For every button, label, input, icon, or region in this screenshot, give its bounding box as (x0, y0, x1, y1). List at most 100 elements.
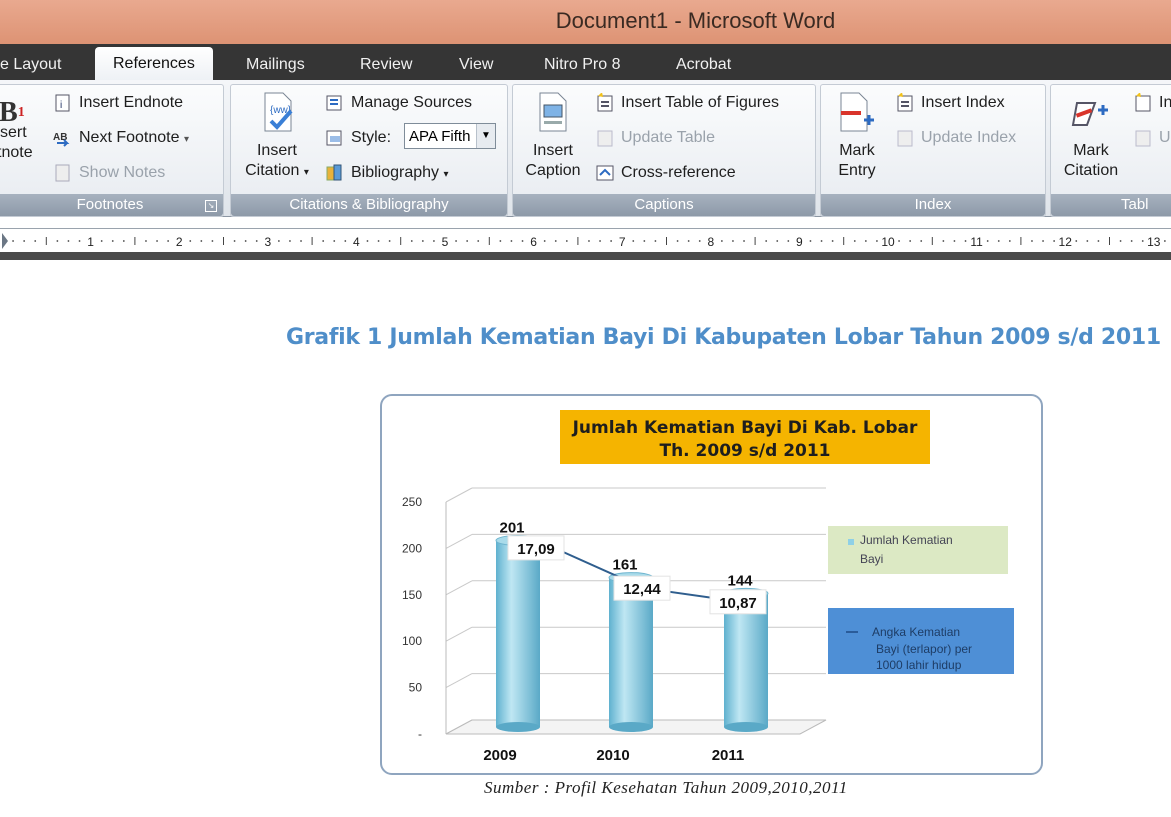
next-footnote-label: Next Footnote (79, 129, 180, 147)
bibliography-label: Bibliography (351, 164, 440, 182)
show-notes-label: Show Notes (79, 164, 166, 182)
insert-toa-label: In (1159, 94, 1171, 112)
insert-caption-button[interactable]: Insert Caption (517, 91, 589, 181)
ruler-dot (953, 240, 956, 242)
mark-citation-button[interactable]: Mark Citation (1053, 91, 1129, 181)
ruler-dot (543, 240, 546, 242)
ruler-number: 10 (881, 235, 895, 249)
tab-view[interactable]: View (459, 50, 493, 80)
update-table-of-authorities-button[interactable]: U (1133, 128, 1171, 148)
y-tick-label: - (418, 727, 422, 741)
cross-reference-button[interactable]: Cross-reference (595, 163, 736, 183)
ruler-dot (67, 240, 70, 242)
ruler-dot (12, 240, 14, 242)
manage-sources-button[interactable]: Manage Sources (325, 93, 472, 113)
window-title: Document1 - Microsoft Word (555, 8, 836, 33)
insert-table-of-figures-button[interactable]: Insert Table of Figures (595, 93, 779, 113)
ruler-dot (1008, 240, 1011, 242)
bar-value-label: 201 (499, 519, 524, 536)
cross-reference-label: Cross-reference (621, 164, 736, 182)
ruler-number: 13 (1147, 235, 1161, 249)
ruler-dot (1097, 240, 1100, 242)
footnote-ab-icon: B1 (0, 97, 25, 128)
insert-toa-icon (1135, 93, 1151, 112)
dialog-launcher-icon[interactable]: ↘ (205, 200, 217, 212)
y-tick-label: 100 (402, 634, 422, 648)
ruler-number: 4 (353, 235, 360, 249)
insert-footnote-button[interactable]: B1 sert tnote (0, 97, 41, 163)
tab-page-layout[interactable]: e Layout (0, 50, 61, 80)
ruler-dot (211, 240, 214, 242)
ruler-dot (720, 240, 723, 242)
ruler-dot (233, 240, 236, 242)
ruler-dot (421, 240, 424, 242)
ruler-dot (410, 240, 413, 242)
update-table-label: Update Table (621, 129, 715, 147)
ruler-dot (255, 240, 258, 242)
ruler-dot (156, 240, 158, 242)
insert-table-of-figures-icon (597, 93, 613, 112)
legend-label-line-2: Bayi (terlapor) per (876, 642, 972, 656)
ruler-number: 6 (530, 235, 537, 249)
bibliography-button[interactable]: Bibliography ▾ (325, 163, 449, 183)
chevron-down-icon: ▼ (476, 124, 495, 148)
group-table-of-authorities: Mark Citation In U Tabl (1050, 84, 1171, 217)
insert-citation-button[interactable]: {ww} Insert Citation ▾ (237, 91, 317, 183)
insert-index-button[interactable]: Insert Index (895, 93, 1005, 113)
ruler-dot (277, 240, 280, 242)
y-tick-label: 200 (402, 541, 422, 555)
insert-citation-label-2: Citation (245, 162, 300, 179)
ruler-dot (433, 240, 435, 242)
ruler-dot (377, 240, 380, 242)
ruler-dot (643, 240, 646, 242)
ruler-dot (687, 240, 690, 242)
ruler-dot (898, 240, 900, 242)
mark-entry-button[interactable]: Mark Entry (825, 91, 889, 181)
grid-diagonal (445, 533, 473, 549)
show-notes-button[interactable]: Show Notes (53, 163, 165, 183)
ruler-divider (0, 252, 1171, 260)
ruler-dot (145, 240, 147, 242)
ruler-number: 12 (1059, 235, 1073, 249)
ruler-dot (521, 240, 524, 242)
tab-nitro-pro[interactable]: Nitro Pro 8 (544, 50, 620, 80)
update-index-button[interactable]: Update Index (895, 128, 1016, 148)
insert-citation-icon: {ww} (264, 92, 293, 132)
ruler-dot (1031, 240, 1033, 242)
grid-diagonal (445, 673, 473, 689)
ruler-dot (189, 240, 192, 242)
update-table-button[interactable]: Update Table (595, 128, 715, 148)
legend-label-bars-2: Bayi (860, 552, 883, 566)
ribbon: B1 sert tnote i Insert Endnote AB Next Foo… (0, 80, 1171, 217)
tab-references[interactable]: References (95, 47, 213, 80)
style-icon (326, 130, 342, 146)
update-index-icon (897, 130, 913, 147)
ruler-dot (964, 240, 967, 242)
infant-mortality-chart: - 50 100 150 200 250 201 161 144 17,09 12,44 10,8… (402, 410, 1014, 764)
ruler-number: 5 (442, 235, 449, 249)
ruler-dot (167, 240, 170, 242)
ruler-number: 1 (87, 235, 94, 249)
insert-table-of-figures-label: Insert Table of Figures (621, 94, 780, 112)
ruler-dot (909, 240, 912, 242)
tab-acrobat[interactable]: Acrobat (676, 50, 731, 80)
tab-mailings[interactable]: Mailings (246, 50, 305, 80)
tab-review[interactable]: Review (360, 50, 412, 80)
legend-label-bars-1: Jumlah Kematian (860, 533, 953, 547)
ruler-dot (1075, 240, 1078, 242)
group-index: Mark Entry Insert Index Update Index Ind… (820, 84, 1046, 217)
group-captions: Insert Caption Insert Table of Figures U… (512, 84, 816, 217)
index-group-label: Index (821, 194, 1045, 216)
chart-y-axis: - 50 100 150 200 250 (402, 495, 422, 741)
insert-endnote-button[interactable]: i Insert Endnote (53, 93, 183, 113)
insert-footnote-label-1: sert (0, 124, 27, 141)
ruler-dot (388, 240, 391, 242)
y-tick-label: 50 (409, 681, 423, 695)
chart-image[interactable]: - 50 100 150 200 250 201 161 144 17,09 12,44 10,8… (380, 394, 1043, 775)
next-footnote-button[interactable]: AB Next Footnote ▾ (53, 128, 189, 148)
insert-table-of-authorities-button[interactable]: In (1133, 93, 1171, 113)
ruler-number: 2 (176, 235, 183, 249)
style-select[interactable]: APA Fifth ▼ (404, 123, 496, 149)
ruler-dot (820, 240, 823, 242)
horizontal-ruler[interactable]: 1 2 3 4 5 6 7 8 9 10 11 12 13 (0, 228, 1171, 254)
